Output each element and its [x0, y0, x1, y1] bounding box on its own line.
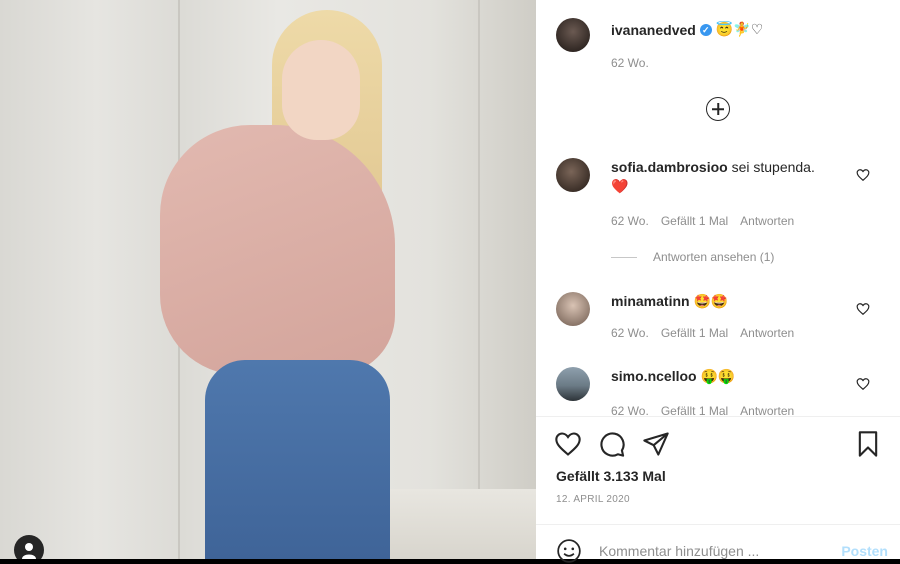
avatar[interactable] — [556, 18, 590, 52]
share-icon[interactable] — [642, 430, 670, 458]
comment-time: 62 Wo. — [611, 326, 649, 340]
comment-input[interactable]: Kommentar hinzufügen ... — [599, 543, 759, 559]
avatar[interactable] — [556, 158, 590, 192]
post-date: 12. APRIL 2020 — [556, 494, 630, 505]
avatar[interactable] — [556, 367, 590, 401]
plus-circle-icon[interactable] — [706, 97, 730, 121]
heart-icon[interactable] — [554, 430, 582, 458]
comment-likes[interactable]: Gefällt 1 Mal — [661, 214, 728, 228]
verified-badge-icon: ✓ — [699, 23, 712, 36]
bookmark-icon[interactable] — [854, 430, 882, 458]
name-emoji: 😇🧚♡ — [715, 21, 764, 37]
comment-username[interactable]: minamatinn — [611, 293, 690, 309]
divider — [536, 416, 900, 417]
floor — [376, 489, 536, 559]
add-comment-bar: Kommentar hinzufügen ... Posten — [536, 528, 900, 563]
comment-text: sofia.dambrosioo sei stupenda. ❤️ — [611, 158, 841, 196]
post-username-row: ivananedved ✓ 😇🧚♡ — [611, 21, 763, 38]
heart-icon[interactable] — [856, 168, 870, 182]
comment-body: 🤩🤩 — [693, 293, 729, 309]
comment-emoji: ❤️ — [611, 178, 629, 194]
post-button[interactable]: Posten — [841, 543, 888, 559]
avatar[interactable] — [556, 292, 590, 326]
view-replies-label[interactable]: Antworten ansehen (1) — [653, 250, 774, 264]
comment-list[interactable]: sofia.dambrosioo sei stupenda. ❤️ 62 Wo.… — [536, 140, 900, 415]
photo-subject-face — [282, 40, 360, 140]
wardrobe-seam — [478, 0, 480, 559]
post-time: 62 Wo. — [611, 56, 649, 70]
post-username[interactable]: ivananedved — [611, 22, 696, 38]
comment-likes[interactable]: Gefällt 1 Mal — [661, 326, 728, 340]
reply-button[interactable]: Antworten — [740, 404, 794, 415]
view-replies[interactable]: Antworten ansehen (1) — [611, 250, 774, 264]
photo-subject-top — [160, 125, 395, 375]
comment-text: minamatinn 🤩🤩 — [611, 292, 841, 311]
action-bar — [554, 430, 884, 460]
smiley-icon[interactable] — [556, 538, 582, 564]
comment-likes[interactable]: Gefällt 1 Mal — [661, 404, 728, 415]
comment-icon[interactable] — [598, 430, 626, 458]
comment-text: simo.ncelloo 🤑🤑 — [611, 367, 841, 386]
comment-username[interactable]: sofia.dambrosioo — [611, 159, 728, 175]
comment-body: 🤑🤑 — [700, 368, 736, 384]
comment-meta: 62 Wo. Gefällt 1 Mal Antworten — [611, 404, 794, 415]
reply-button[interactable]: Antworten — [740, 326, 794, 340]
replies-line — [611, 256, 637, 258]
comment-username[interactable]: simo.ncelloo — [611, 368, 697, 384]
comment-meta: 62 Wo. Gefällt 1 Mal Antworten — [611, 326, 794, 340]
post-header: ivananedved ✓ 😇🧚♡ 62 Wo. — [536, 0, 900, 90]
post-side-panel: ivananedved ✓ 😇🧚♡ 62 Wo. sofia.dambrosio… — [536, 0, 900, 563]
heart-icon[interactable] — [856, 302, 870, 316]
comment-meta: 62 Wo. Gefällt 1 Mal Antworten — [611, 214, 794, 228]
photo-subject-jeans — [205, 360, 390, 559]
post-photo[interactable] — [0, 0, 536, 559]
heart-icon[interactable] — [856, 377, 870, 391]
reply-button[interactable]: Antworten — [740, 214, 794, 228]
comment-time: 62 Wo. — [611, 404, 649, 415]
likes-count[interactable]: Gefällt 3.133 Mal — [556, 468, 666, 484]
user-icon[interactable] — [14, 535, 44, 559]
comment-time: 62 Wo. — [611, 214, 649, 228]
divider — [536, 524, 900, 525]
comment-body: sei stupenda. — [731, 159, 815, 175]
